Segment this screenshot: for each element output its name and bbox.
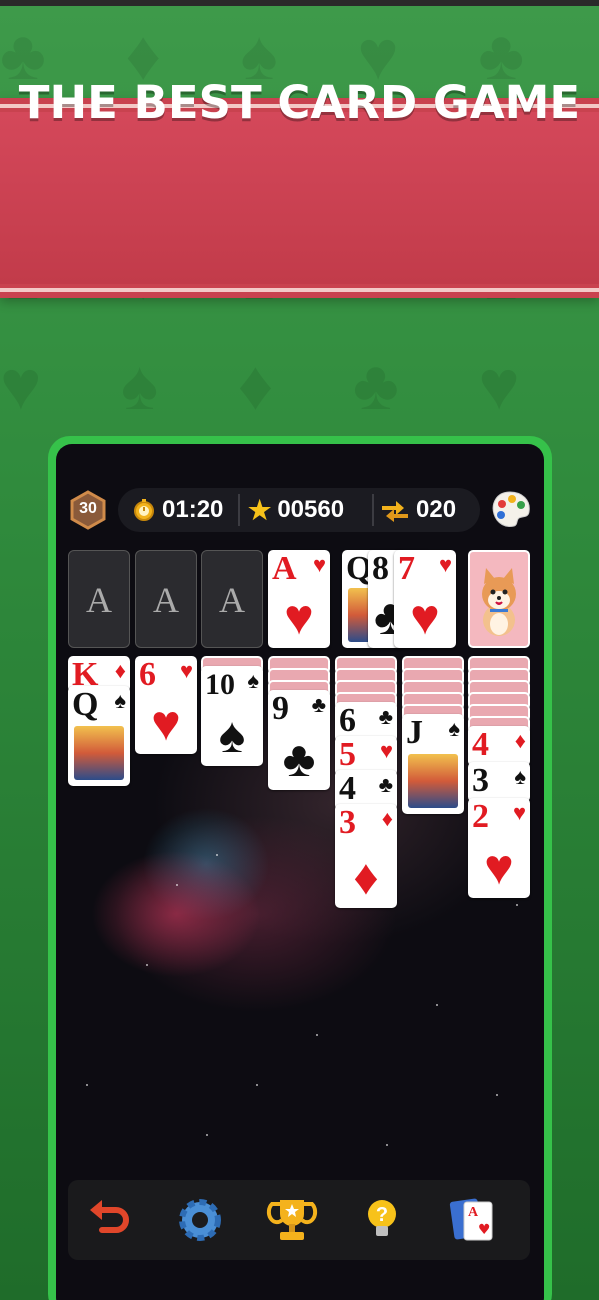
level-badge: 30: [68, 490, 108, 530]
palette-icon[interactable]: [488, 488, 532, 532]
card-tableau[interactable]: 9 ♣ ♣: [268, 690, 330, 790]
card-waste-seven-hearts[interactable]: 7 ♥ ♥: [394, 550, 456, 648]
card-tableau[interactable]: 2 ♥ ♥: [468, 798, 530, 898]
card-rank: 3: [339, 804, 356, 841]
card-suit: ♥: [312, 552, 326, 577]
card-rank: 3: [472, 762, 489, 799]
swap-arrows-icon: [380, 498, 410, 522]
shiba-dog-icon: [482, 568, 516, 636]
timer: 01:20: [132, 488, 223, 532]
undo-icon[interactable]: [82, 1192, 138, 1248]
card-suit-large: ♥: [151, 695, 181, 751]
card-rank: 8: [372, 550, 389, 587]
banner-title: THE BEST CARD GAME: [18, 76, 581, 129]
score-value: 00560: [277, 496, 345, 523]
deck-cards-icon[interactable]: A ♥: [444, 1192, 500, 1248]
card-suit: ♥: [379, 738, 393, 763]
card-tableau[interactable]: J ♠: [402, 714, 464, 814]
card-suit-large: ♥: [410, 589, 440, 645]
card-rank: 2: [472, 798, 489, 835]
card-tableau[interactable]: 3 ♦ ♦: [335, 804, 397, 908]
card-suit: ♦: [381, 806, 393, 831]
card-foundation-ace-hearts[interactable]: A ♥ ♥: [268, 550, 330, 648]
card-tableau[interactable]: 6 ♥ ♥: [135, 656, 197, 754]
bottom-toolbar: ? A ♥: [68, 1180, 530, 1260]
card-suit: ♥: [438, 552, 452, 577]
card-suit: ♥: [179, 658, 193, 683]
card-tableau: 3 ♠: [468, 762, 530, 802]
card-suit-large: ♥: [484, 839, 514, 895]
card-rank: Q: [72, 686, 99, 723]
card-rank: 9: [272, 690, 289, 727]
card-rank: 10: [205, 668, 235, 701]
queen-face-art: [74, 726, 124, 780]
card-suit: ♠: [247, 668, 259, 693]
moves-value: 020: [416, 496, 457, 523]
stopwatch-icon: [132, 498, 156, 522]
svg-text:A: A: [468, 1205, 479, 1220]
settings-gear-icon[interactable]: [172, 1192, 228, 1248]
game-screen: 30 01:20 ★ 00560 020 A A A A ♥ ♥ Q 8 ♣ 7…: [56, 444, 544, 1300]
timer-value: 01:20: [162, 496, 224, 523]
card-suit: ♦: [114, 658, 126, 683]
foundation-slot[interactable]: A: [135, 550, 197, 648]
hud-divider: [238, 494, 240, 526]
foundation-slot[interactable]: A: [201, 550, 263, 648]
hint-bulb-icon[interactable]: ?: [354, 1192, 410, 1248]
trophy-icon[interactable]: [264, 1192, 320, 1248]
card-suit: ♠: [448, 716, 460, 741]
card-suit-large: ♦: [353, 849, 379, 905]
foundation-slot[interactable]: A: [68, 550, 130, 648]
moves: 020: [380, 488, 456, 532]
card-rank: 4: [339, 770, 356, 807]
hud-bar: 01:20 ★ 00560 020: [118, 488, 480, 532]
card-suit-large: ♣: [282, 731, 316, 787]
star-icon: ★: [248, 494, 272, 525]
card-tableau: 4 ♦: [468, 726, 530, 766]
card-suit: ♥: [512, 800, 526, 825]
card-rank: A: [272, 550, 297, 587]
card-rank: 6: [339, 702, 356, 739]
card-suit-large: ♥: [284, 589, 314, 645]
card-suit: ♣: [378, 704, 393, 729]
card-rank: J: [406, 714, 423, 751]
hud-divider: [372, 494, 374, 526]
level-number: 30: [79, 500, 97, 517]
card-suit: ♠: [514, 764, 526, 789]
card-suit: ♦: [514, 728, 526, 753]
card-suit: ♣: [378, 772, 393, 797]
card-tableau[interactable]: Q ♠: [68, 686, 130, 786]
svg-text:♥: ♥: [478, 1222, 491, 1238]
card-rank: 7: [398, 550, 415, 587]
card-suit: ♣: [311, 692, 326, 717]
card-rank: 6: [139, 656, 156, 693]
phone-frame: 30 01:20 ★ 00560 020 A A A A ♥ ♥ Q 8 ♣ 7…: [48, 436, 552, 1300]
card-tableau[interactable]: 10 ♠ ♠: [201, 666, 263, 766]
svg-text:?: ?: [376, 1204, 388, 1226]
card-suit: ♠: [114, 688, 126, 713]
score: ★ 00560: [248, 488, 344, 532]
card-rank: 5: [339, 736, 356, 773]
card-suit-large: ♠: [218, 707, 246, 763]
jack-face-art: [408, 754, 458, 808]
stock-pile[interactable]: [468, 550, 530, 648]
card-rank: 4: [472, 726, 489, 763]
